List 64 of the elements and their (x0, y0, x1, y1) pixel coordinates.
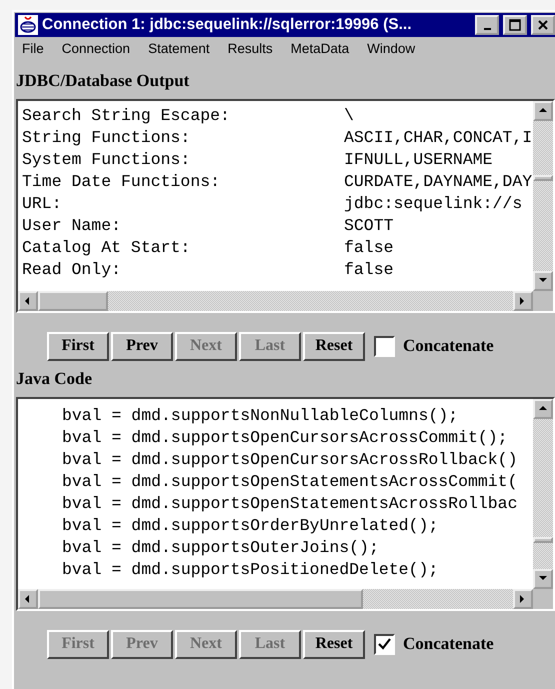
property-value: CURDATE,DAYNAME,DAY (344, 171, 532, 193)
code-line: bval = dmd.supportsOpenStatementsAcrossCommit( (62, 471, 518, 493)
code-line: bval = dmd.supportsPositionedDelete(); (62, 559, 440, 581)
property-name: String Functions: (22, 127, 192, 149)
scroll-right-button[interactable] (513, 589, 533, 609)
scroll-thumb[interactable] (38, 291, 108, 311)
scroll-down-button[interactable] (533, 569, 553, 589)
code-line: bval = dmd.supportsNonNullableColumns(); (62, 405, 460, 427)
property-value: false (344, 237, 394, 259)
checkbox[interactable] (374, 634, 395, 654)
vertical-scrollbar[interactable] (533, 101, 553, 291)
maximize-icon (509, 19, 521, 31)
code-line: bval = dmd.supportsOpenCursorsAcrossCommit(); (62, 427, 509, 449)
section-heading: JDBC/Database Output (15, 70, 190, 92)
menu-item[interactable]: Results (228, 41, 273, 63)
close-button[interactable] (531, 15, 555, 35)
code-line: bval = dmd.supportsOpenStatementsAcrossRollbac (62, 493, 518, 515)
scroll-thumb[interactable] (533, 536, 553, 543)
section-heading: Java Code (15, 368, 94, 390)
scroll-left-button[interactable] (18, 291, 38, 311)
property-value: IFNULL,USERNAME (344, 149, 493, 171)
nav-button[interactable]: First (47, 332, 109, 360)
scroll-up-button[interactable] (533, 101, 553, 121)
property-value: SCOTT (344, 215, 394, 237)
property-name: User Name: (22, 215, 122, 237)
vertical-scrollbar[interactable] (533, 399, 553, 589)
close-icon (537, 19, 549, 31)
window-title: Connection 1: jdbc:sequelink://sqlerror:19996 (S... (42, 16, 413, 34)
horizontal-scrollbar[interactable] (18, 589, 533, 609)
nav-button[interactable]: Reset (303, 630, 365, 658)
property-name: URL: (22, 193, 63, 215)
menu-item[interactable]: File (22, 41, 44, 63)
menu-item[interactable]: MetaData (290, 41, 350, 63)
scroll-right-button[interactable] (513, 291, 533, 311)
menu-item[interactable]: Window (367, 41, 416, 63)
property-name: Catalog At Start: (22, 237, 192, 259)
property-name: Search String Escape: (22, 105, 231, 127)
scroll-left-button[interactable] (18, 589, 38, 609)
menu-item[interactable]: Statement (148, 41, 210, 63)
checkbox-label: Concatenate (403, 336, 494, 356)
scroll-down-button[interactable] (533, 271, 553, 291)
checkbox-label: Concatenate (403, 634, 494, 654)
nav-button[interactable]: Prev (111, 332, 173, 360)
minimize-button[interactable] (475, 15, 499, 35)
property-value: \ (344, 105, 354, 127)
maximize-button[interactable] (503, 15, 527, 35)
property-name: System Functions: (22, 149, 192, 171)
scroll-up-button[interactable] (533, 399, 553, 419)
checkbox[interactable] (374, 336, 395, 356)
code-line: bval = dmd.supportsOpenCursorsAcrossRollback() (62, 449, 518, 471)
menu-item[interactable]: Connection (62, 41, 130, 63)
nav-button[interactable]: Reset (303, 332, 365, 360)
scroll-thumb[interactable] (38, 589, 363, 609)
property-name: Read Only: (22, 259, 122, 281)
property-value: false (344, 259, 394, 281)
property-name: Time Date Functions: (22, 171, 222, 193)
checkmark-icon (378, 638, 391, 650)
minimize-icon (484, 28, 490, 30)
property-value: ASCII,CHAR,CONCAT,I (344, 127, 532, 149)
horizontal-scrollbar[interactable] (18, 291, 533, 311)
code-line: bval = dmd.supportsOrderByUnrelated(); (62, 515, 440, 537)
property-value: jdbc:sequelink://s (344, 193, 522, 215)
scroll-thumb[interactable] (533, 175, 553, 181)
code-line: bval = dmd.supportsOuterJoins(); (62, 537, 380, 559)
